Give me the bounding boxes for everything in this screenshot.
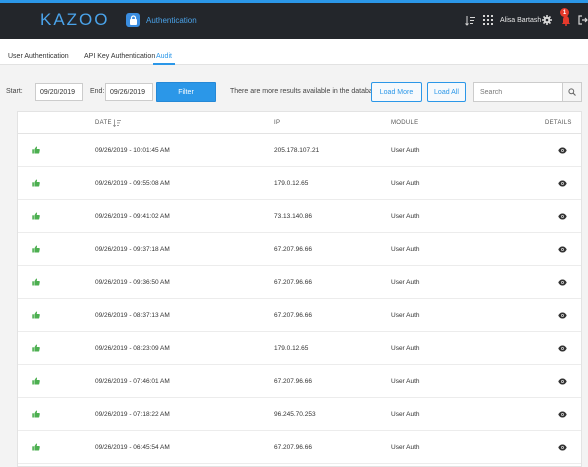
row-date: 09/26/2019 - 08:37:13 AM [95, 312, 170, 319]
row-module: User Auth [391, 246, 420, 253]
search-input[interactable] [473, 82, 563, 102]
row-date: 09/26/2019 - 09:55:08 AM [95, 180, 170, 187]
row-date: 09/26/2019 - 07:18:22 AM [95, 411, 170, 418]
eye-icon[interactable] [558, 345, 567, 352]
thumbs-up-icon [32, 179, 40, 187]
sort-descending-icon[interactable] [113, 119, 121, 128]
row-date: 09/26/2019 - 09:41:02 AM [95, 213, 170, 220]
table-row: 09/26/2019 - 06:45:54 AM 67.207.96.66 User… [18, 431, 581, 464]
eye-icon[interactable] [558, 312, 567, 319]
row-ip: 67.207.96.66 [274, 279, 312, 286]
row-ip: 179.0.12.65 [274, 180, 309, 187]
row-ip: 179.0.12.65 [274, 345, 309, 352]
table-row: 09/26/2019 - 09:55:08 AM 179.0.12.65 User … [18, 167, 581, 200]
eye-icon[interactable] [558, 246, 567, 253]
search-icon [568, 88, 576, 96]
table-header: DATE IP MODULE DETAILS [18, 112, 581, 134]
thumbs-up-icon [32, 410, 40, 418]
tab-api-key-authentication[interactable]: API Key Authentication [84, 53, 155, 60]
column-header-ip: IP [274, 120, 281, 126]
thumbs-up-icon [32, 377, 40, 385]
eye-icon[interactable] [558, 279, 567, 286]
tab-bar: User Authentication API Key Authenticati… [0, 39, 588, 65]
row-ip: 67.207.96.66 [274, 246, 312, 253]
thumbs-up-icon [32, 146, 40, 154]
kazoo-logo[interactable]: KAZOO [40, 10, 110, 30]
column-header-date[interactable]: DATE [95, 120, 112, 126]
table-row: 09/26/2019 - 09:37:18 AM 67.207.96.66 User… [18, 233, 581, 266]
table-row: 09/26/2019 - 08:37:13 AM 67.207.96.66 User… [18, 299, 581, 332]
table-row: 09/26/2019 - 08:23:09 AM 179.0.12.65 User … [18, 332, 581, 365]
row-date: 09/26/2019 - 10:01:45 AM [95, 147, 170, 154]
row-ip: 67.207.96.66 [274, 312, 312, 319]
eye-icon[interactable] [558, 378, 567, 385]
row-module: User Auth [391, 180, 420, 187]
start-date-input[interactable] [35, 83, 83, 101]
table-row: 09/26/2019 - 10:01:45 AM 205.178.107.21 Us… [18, 134, 581, 167]
thumbs-up-icon [32, 212, 40, 220]
eye-icon[interactable] [558, 147, 567, 154]
row-module: User Auth [391, 444, 420, 451]
row-module: User Auth [391, 147, 420, 154]
row-date: 09/26/2019 - 06:45:54 AM [95, 444, 170, 451]
more-results-info: There are more results available in the … [230, 88, 381, 95]
table-row: 09/26/2019 - 09:41:02 AM 73.13.140.86 User… [18, 200, 581, 233]
app-name: Authentication [146, 16, 197, 25]
thumbs-up-icon [32, 278, 40, 286]
table-row: 09/26/2019 - 09:36:50 AM 67.207.96.66 User… [18, 266, 581, 299]
row-module: User Auth [391, 213, 420, 220]
row-module: User Auth [391, 279, 420, 286]
end-label: End: [90, 88, 105, 95]
sort-icon[interactable] [465, 15, 475, 26]
eye-icon[interactable] [558, 444, 567, 451]
apps-grid-icon[interactable] [483, 15, 493, 25]
search-button[interactable] [562, 82, 582, 102]
tab-audit[interactable]: Audit [156, 53, 172, 60]
row-ip: 67.207.96.66 [274, 444, 312, 451]
thumbs-up-icon [32, 443, 40, 451]
load-more-button[interactable]: Load More [371, 82, 422, 102]
row-date: 09/26/2019 - 07:46:01 AM [95, 378, 170, 385]
eye-icon[interactable] [558, 411, 567, 418]
column-header-module: MODULE [391, 120, 419, 126]
row-ip: 205.178.107.21 [274, 147, 320, 154]
app-header: KAZOO Authentication Alisa Bartash 1 [0, 3, 588, 39]
row-date: 09/26/2019 - 08:23:09 AM [95, 345, 170, 352]
row-date: 09/26/2019 - 09:36:50 AM [95, 279, 170, 286]
row-ip: 73.13.140.86 [274, 213, 312, 220]
table-row: 09/26/2019 - 07:46:01 AM 67.207.96.66 User… [18, 365, 581, 398]
row-module: User Auth [391, 378, 420, 385]
start-label: Start: [6, 88, 23, 95]
row-module: User Auth [391, 411, 420, 418]
end-date-input[interactable] [105, 83, 153, 101]
thumbs-up-icon [32, 311, 40, 319]
notification-badge: 1 [560, 8, 569, 17]
active-tab-indicator [153, 63, 175, 65]
eye-icon[interactable] [558, 213, 567, 220]
load-all-button[interactable]: Load All [427, 82, 466, 102]
gear-icon[interactable] [542, 15, 552, 25]
logout-icon[interactable] [578, 15, 588, 25]
thumbs-up-icon [32, 344, 40, 352]
row-module: User Auth [391, 345, 420, 352]
thumbs-up-icon [32, 245, 40, 253]
eye-icon[interactable] [558, 180, 567, 187]
table-row: 09/26/2019 - 07:18:22 AM 96.245.70.253 Use… [18, 398, 581, 431]
audit-table: DATE IP MODULE DETAILS 09/26/2019 - 10:0… [17, 111, 582, 467]
tab-user-authentication[interactable]: User Authentication [8, 53, 69, 60]
user-name[interactable]: Alisa Bartash [500, 17, 541, 24]
row-module: User Auth [391, 312, 420, 319]
column-header-details: DETAILS [545, 120, 572, 126]
filter-button[interactable]: Filter [156, 82, 216, 102]
row-date: 09/26/2019 - 09:37:18 AM [95, 246, 170, 253]
row-ip: 67.207.96.66 [274, 378, 312, 385]
authentication-app-icon [126, 13, 140, 27]
row-ip: 96.245.70.253 [274, 411, 316, 418]
